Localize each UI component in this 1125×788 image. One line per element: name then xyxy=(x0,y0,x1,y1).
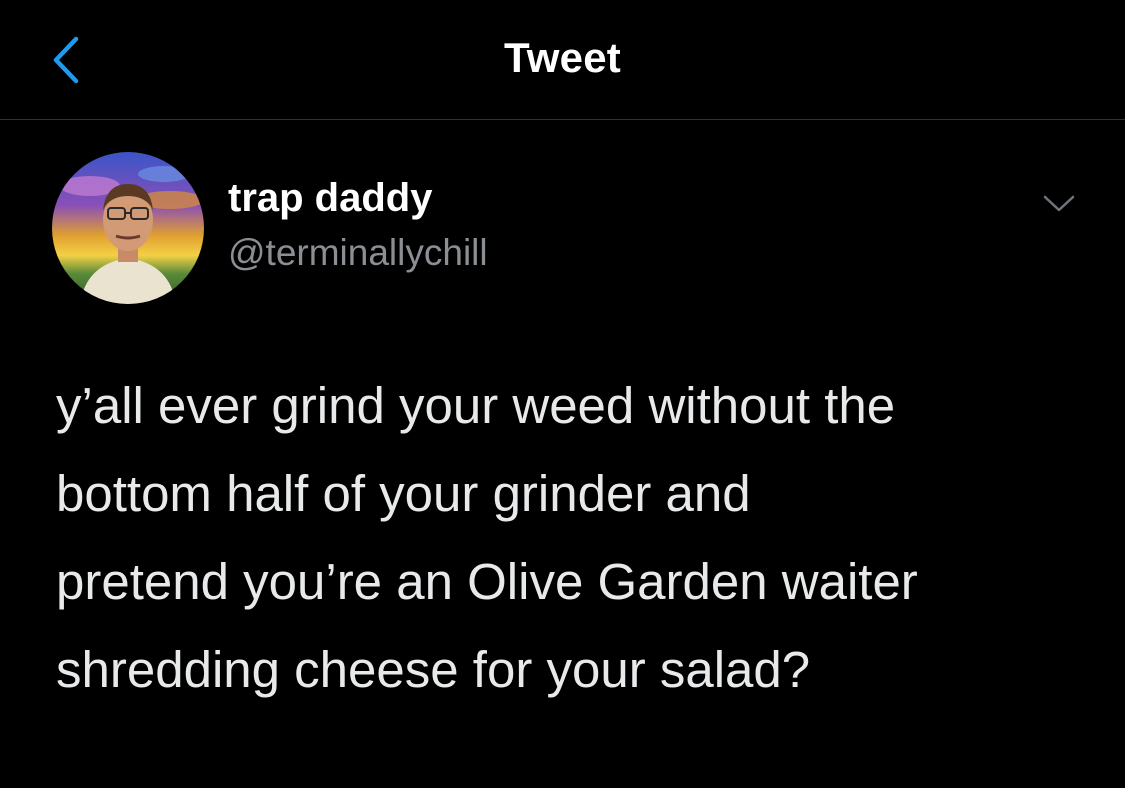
tweet-text-line: y’all ever grind your weed without the xyxy=(56,377,896,434)
tweet-text: y’all ever grind your weed without the b… xyxy=(56,362,1086,714)
tweet-menu-button[interactable] xyxy=(1036,186,1082,222)
page-title: Tweet xyxy=(504,34,621,81)
navigation-bar: Tweet xyxy=(0,0,1125,120)
tweet-text-line: bottom half of your grinder and xyxy=(56,465,751,522)
tweet-text-line: shredding cheese for your salad? xyxy=(56,641,811,698)
chevron-down-icon xyxy=(1043,195,1075,212)
author-display-name[interactable]: trap daddy xyxy=(228,176,432,221)
avatar[interactable] xyxy=(52,152,204,304)
author-handle[interactable]: @terminallychill xyxy=(228,232,488,274)
tweet-text-line: pretend you’re an Olive Garden waiter xyxy=(56,553,918,610)
profile-photo xyxy=(52,152,204,304)
tweet-header: trap daddy @terminallychill xyxy=(52,152,1082,304)
